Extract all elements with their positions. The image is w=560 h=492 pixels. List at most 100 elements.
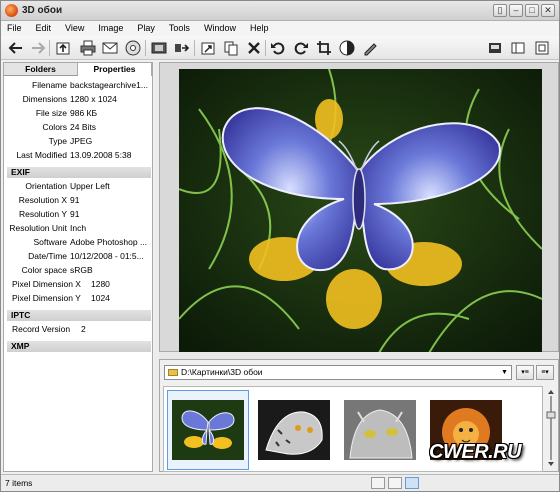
- property-row: Resolution X 91: [7, 193, 151, 207]
- property-row: Resolution Y 91: [7, 207, 151, 221]
- menu-image[interactable]: Image: [98, 21, 123, 36]
- title-bar: 3D обои ▯ – □ ✕: [1, 1, 559, 21]
- rotate-right-icon[interactable]: [292, 39, 310, 57]
- property-key: Pixel Dimension Y: [12, 293, 81, 303]
- back-arrow-icon[interactable]: [7, 39, 25, 57]
- item-count: 7 items: [5, 478, 33, 488]
- view-list-button[interactable]: [388, 477, 402, 489]
- up-folder-icon[interactable]: [54, 39, 72, 57]
- view-mode-icon[interactable]: [486, 39, 504, 57]
- property-key: Resolution X: [18, 195, 67, 205]
- property-key: Pixel Dimension X: [12, 279, 81, 289]
- delete-icon[interactable]: [245, 39, 263, 57]
- menu-tools[interactable]: Tools: [169, 21, 190, 36]
- property-key: Orientation: [25, 181, 67, 191]
- property-row: File size 986 КБ: [7, 106, 151, 120]
- menu-window[interactable]: Window: [204, 21, 236, 36]
- property-row: Type JPEG: [7, 134, 151, 148]
- toolbar-divider: [49, 40, 50, 56]
- view-thumbnails-button[interactable]: [405, 477, 419, 489]
- window-controls: ▯ – □ ✕: [493, 4, 555, 17]
- section-header-exif[interactable]: EXIF: [7, 167, 151, 178]
- fullscreen-icon[interactable]: [533, 39, 551, 57]
- thumbnail-leopard[interactable]: [253, 390, 335, 470]
- section-header-xmp[interactable]: XMP: [7, 341, 151, 352]
- restore-button[interactable]: ▯: [493, 4, 507, 17]
- property-key: Resolution Unit: [9, 223, 67, 233]
- burn-disc-icon[interactable]: [124, 39, 142, 57]
- tab-folders[interactable]: Folders: [4, 63, 78, 76]
- status-bar: 7 items: [1, 474, 559, 491]
- chevron-down-icon[interactable]: ▼: [499, 367, 510, 378]
- property-key: Date/Time: [28, 251, 67, 261]
- property-row: Resolution Unit Inch: [7, 221, 151, 235]
- left-panel: Folders Properties Filename backstagearch…: [3, 62, 153, 472]
- copy-to-icon[interactable]: [222, 39, 240, 57]
- minimize-button[interactable]: –: [509, 4, 523, 17]
- email-icon[interactable]: [101, 39, 119, 57]
- menu-play[interactable]: Play: [137, 21, 155, 36]
- thumbnail-cat[interactable]: [339, 390, 421, 470]
- property-value: Upper Left: [70, 181, 110, 191]
- toolbar-divider: [194, 40, 195, 56]
- property-key: Type: [48, 136, 67, 146]
- menu-edit[interactable]: Edit: [36, 21, 52, 36]
- property-value: 1024: [91, 293, 110, 303]
- panel-icon[interactable]: [509, 39, 527, 57]
- property-key: Record Version: [12, 324, 71, 334]
- window-title: 3D обои: [22, 5, 63, 16]
- property-row: Last Modified 13.09.2008 5:38: [7, 148, 151, 162]
- property-key: Last Modified: [16, 150, 67, 160]
- toolbar: [1, 36, 559, 60]
- section-header-iptc[interactable]: IPTC: [7, 310, 151, 321]
- filmstrip-icon[interactable]: [150, 39, 168, 57]
- open-in-editor-icon[interactable]: [199, 39, 217, 57]
- image-viewer: [159, 62, 559, 353]
- edit-pencil-icon[interactable]: [361, 39, 379, 57]
- property-value: Inch: [70, 223, 87, 233]
- view-details-button[interactable]: [371, 477, 385, 489]
- print-icon[interactable]: [79, 39, 97, 57]
- tab-properties[interactable]: Properties: [78, 63, 152, 76]
- maximize-button[interactable]: □: [525, 4, 539, 17]
- property-value: JPEG: [70, 136, 93, 146]
- adjust-icon[interactable]: [338, 39, 356, 57]
- properties-list: Filename backstagearchive1... Dimensions 1…: [7, 78, 151, 353]
- property-value: 10/12/2008 - 01:5...: [70, 251, 144, 261]
- toolbar-divider: [145, 40, 146, 56]
- property-row: Software Adobe Photoshop ...: [7, 235, 151, 249]
- property-row: Orientation Upper Left: [7, 179, 151, 193]
- property-row: Record Version 2: [7, 322, 151, 336]
- property-value: 13.09.2008 5:38: [70, 150, 132, 160]
- path-dropdown[interactable]: D:\Картинки\3D обои ▼: [164, 365, 512, 380]
- property-key: Software: [33, 237, 67, 247]
- property-value: 91: [70, 195, 80, 205]
- menu-bar: File Edit View Image Play Tools Window H…: [1, 21, 559, 36]
- forward-arrow-icon[interactable]: [29, 39, 47, 57]
- sort-buttons: ▾≡ ≡▾: [516, 365, 554, 380]
- sort-field-button[interactable]: ≡▾: [536, 365, 554, 380]
- app-window: 3D обои ▯ – □ ✕ File Edit View Image Pla…: [0, 0, 560, 492]
- close-button[interactable]: ✕: [541, 4, 555, 17]
- property-value: backstagearchive1...: [70, 80, 148, 90]
- property-key: Resolution Y: [18, 209, 67, 219]
- view-mode-buttons: [371, 477, 419, 489]
- convert-icon[interactable]: [173, 39, 191, 57]
- thumbnail-butterfly[interactable]: [167, 390, 249, 470]
- property-key: Colors: [42, 122, 67, 132]
- menu-view[interactable]: View: [65, 21, 84, 36]
- property-value: 91: [70, 209, 80, 219]
- property-value: 1280: [91, 279, 110, 289]
- watermark-logo: CWER.RU: [429, 441, 522, 463]
- sort-order-button[interactable]: ▾≡: [516, 365, 534, 380]
- horizontal-splitter[interactable]: [159, 352, 559, 359]
- property-row: Pixel Dimension Y 1024: [7, 291, 151, 305]
- path-text: D:\Картинки\3D обои: [181, 367, 263, 377]
- menu-help[interactable]: Help: [250, 21, 269, 36]
- menu-file[interactable]: File: [7, 21, 22, 36]
- property-value: Adobe Photoshop ...: [70, 237, 148, 247]
- crop-icon[interactable]: [315, 39, 333, 57]
- zoom-slider[interactable]: [546, 390, 556, 466]
- rotate-left-icon[interactable]: [269, 39, 287, 57]
- folder-icon: [168, 369, 178, 376]
